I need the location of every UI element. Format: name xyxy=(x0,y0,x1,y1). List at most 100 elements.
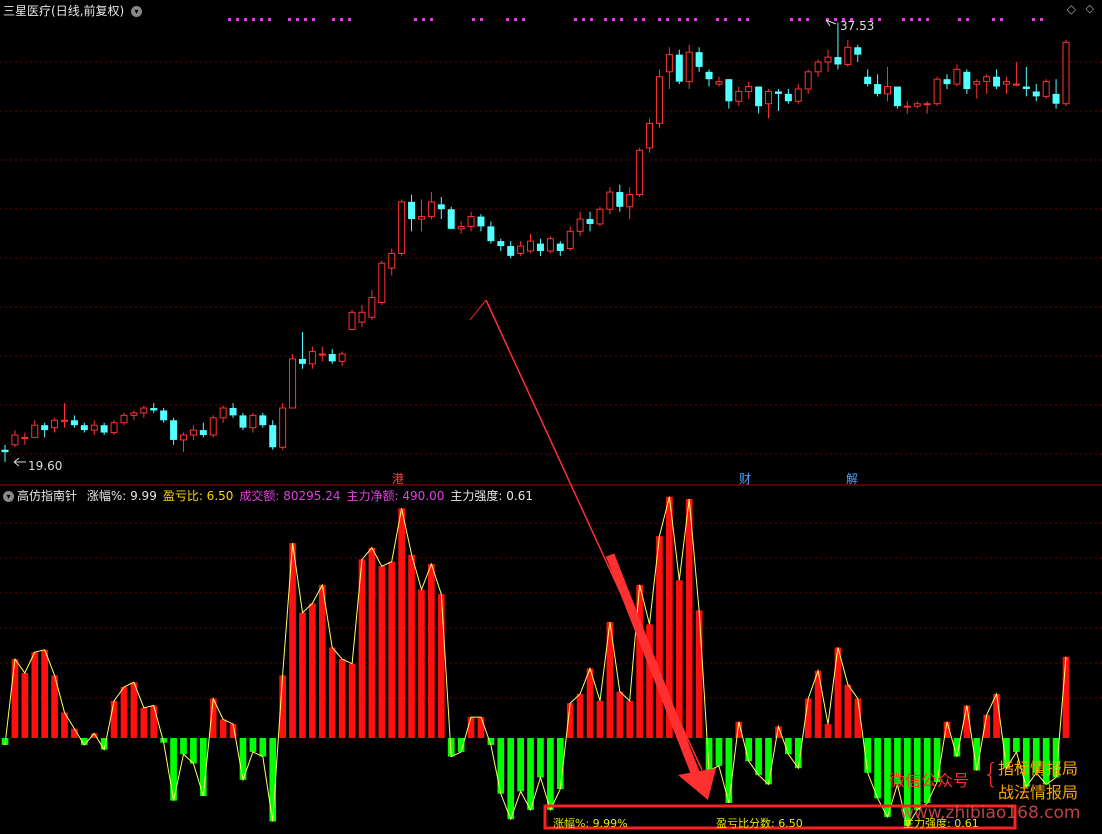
candle-body xyxy=(160,410,168,421)
indicator-values: 涨幅%: 9.99 盈亏比: 6.50 成交额: 80295.24 主力净额: 490… xyxy=(81,489,533,503)
candle-body xyxy=(834,57,842,65)
indicator-bar xyxy=(547,738,554,810)
signal-dot xyxy=(798,18,801,21)
candle-body xyxy=(874,84,882,94)
candle xyxy=(21,432,29,445)
candle-body xyxy=(685,51,693,83)
rise-label: 涨幅%: xyxy=(553,817,590,830)
candle-body xyxy=(675,54,683,82)
candle xyxy=(665,47,673,89)
candle-body xyxy=(368,297,376,318)
candle xyxy=(973,79,981,99)
candle xyxy=(1022,66,1030,97)
candle xyxy=(437,196,445,220)
candle xyxy=(249,412,257,433)
candle xyxy=(755,86,763,114)
indicator-bar xyxy=(755,738,762,776)
event-tag-unlock[interactable]: 解 xyxy=(846,470,858,487)
indicator-bar xyxy=(408,554,415,738)
candle-body xyxy=(963,71,971,89)
candle xyxy=(487,221,495,244)
event-tag-financial[interactable]: 财 xyxy=(739,470,751,487)
candle-body xyxy=(566,230,574,250)
indicator-bar xyxy=(834,647,842,738)
candle xyxy=(51,417,59,433)
candle-body xyxy=(784,93,792,102)
signal-dot xyxy=(288,18,291,21)
candle xyxy=(824,49,832,72)
candle xyxy=(358,304,366,328)
settings-dropdown-icon[interactable]: ▾ xyxy=(131,6,143,17)
candle xyxy=(893,86,901,109)
candle-body xyxy=(457,225,465,230)
indicator-bar xyxy=(130,682,138,738)
collapse-icon[interactable]: ◇ xyxy=(1086,2,1094,15)
chart-canvas: 37.53 19.60 xyxy=(0,18,1102,830)
indicator-bar xyxy=(626,700,634,738)
watermark-line2: 战法情报局 xyxy=(998,783,1079,802)
candle-body xyxy=(517,245,525,254)
candle xyxy=(596,206,604,227)
candle xyxy=(318,346,326,362)
signal-dot xyxy=(678,18,681,21)
high-annotation: 37.53 xyxy=(825,19,874,33)
candle-body xyxy=(209,417,217,436)
candle-body xyxy=(41,425,49,431)
candle xyxy=(933,76,941,107)
indicator-bar xyxy=(685,499,693,738)
candle-body xyxy=(626,194,634,208)
indicator-bar xyxy=(398,508,405,738)
candle-body xyxy=(110,422,118,434)
candle-body xyxy=(249,414,257,429)
indicator-bar xyxy=(844,684,852,738)
watermark-left: 微信公众号 xyxy=(889,771,970,790)
indicator-bar xyxy=(338,659,346,738)
candle-body xyxy=(170,420,178,440)
candle xyxy=(983,74,991,94)
indicator-dropdown-icon[interactable]: ▾ xyxy=(3,491,14,502)
signal-dot xyxy=(472,18,475,21)
signal-dot xyxy=(902,18,905,21)
candle-body xyxy=(487,226,495,242)
candle-body xyxy=(298,358,306,364)
candle xyxy=(616,184,624,212)
signal-dot xyxy=(806,18,809,21)
signal-dot xyxy=(612,18,615,21)
expand-icon[interactable]: ◇ xyxy=(1067,2,1076,16)
low-annotation: 19.60 xyxy=(13,457,62,473)
event-tag-hk[interactable]: 港 xyxy=(392,470,404,487)
indicator-bar xyxy=(31,652,39,738)
indicator-bar xyxy=(11,659,19,738)
candle-body xyxy=(11,434,19,446)
candle-body xyxy=(576,218,584,232)
candle-body xyxy=(239,415,247,428)
indicator-bar xyxy=(378,566,386,738)
signal-dots xyxy=(228,18,1043,21)
signal-dot xyxy=(414,18,417,21)
candle xyxy=(765,88,773,119)
candle xyxy=(864,69,872,87)
candle-body xyxy=(814,61,822,73)
candle xyxy=(854,44,862,62)
candle xyxy=(536,238,544,256)
indicator-bar xyxy=(993,693,1000,738)
candle-body xyxy=(507,246,515,256)
stock-chart-window: 37.53 19.60 三星医疗(日线,前复权) ▾ ◇ ◇ 港 财 解 ▾ 高仿… xyxy=(0,0,1102,830)
candle-body xyxy=(884,86,892,95)
candle-body xyxy=(1042,81,1050,97)
signal-dot xyxy=(746,18,749,21)
signal-dot xyxy=(834,18,837,21)
indicator-bar xyxy=(497,738,505,794)
indicator-bar xyxy=(318,584,326,738)
signal-dot xyxy=(604,18,607,21)
high-price-label: 37.53 xyxy=(840,19,874,33)
stock-name: 三星医疗 xyxy=(3,4,52,18)
indicator-bar xyxy=(556,738,564,790)
candle xyxy=(259,412,267,428)
candle xyxy=(298,331,306,369)
chart-title: 三星医疗(日线,前复权) ▾ xyxy=(3,2,143,19)
candle-body xyxy=(725,79,733,102)
signal-dot xyxy=(634,18,637,21)
candle-body xyxy=(765,90,773,105)
signal-dot xyxy=(790,18,793,21)
